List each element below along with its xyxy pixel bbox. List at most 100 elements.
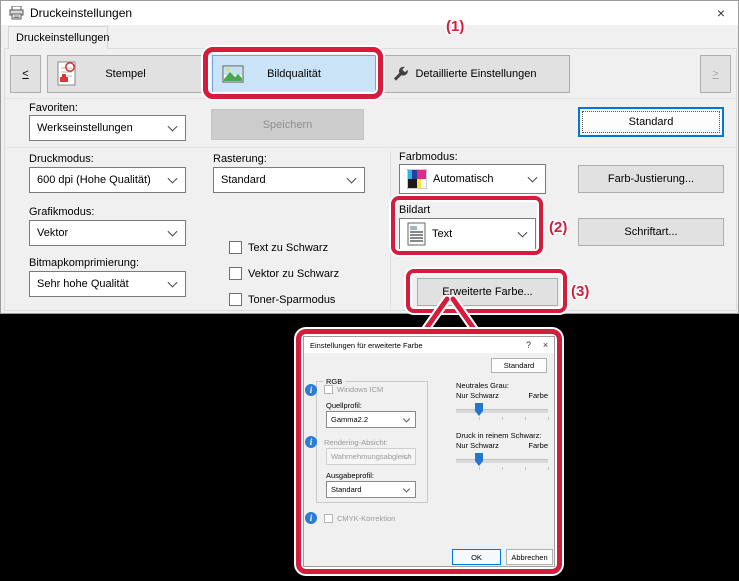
divider — [390, 151, 391, 309]
slider-tick — [525, 417, 526, 420]
graphics-mode-value: Vektor — [37, 227, 68, 239]
output-profile-dropdown[interactable]: Standard — [326, 481, 416, 498]
dialog-title: Einstellungen für erweiterte Farbe — [310, 341, 423, 350]
source-profile-value: Gamma2.2 — [331, 415, 368, 424]
dialog-close-icon[interactable]: × — [537, 337, 554, 353]
favorites-value: Werkseinstellungen — [37, 122, 133, 134]
window-title: Druckeinstellungen — [30, 6, 132, 20]
separator — [5, 147, 736, 148]
dialog-default-button[interactable]: Standard — [491, 358, 547, 373]
graphics-mode-dropdown[interactable]: Vektor — [29, 220, 186, 246]
bitmap-compression-dropdown[interactable]: Sehr hohe Qualität — [29, 271, 186, 297]
windows-icm-label: Windows ICM — [337, 385, 383, 394]
advanced-color-button[interactable]: Erweiterte Farbe... — [417, 278, 558, 306]
tab-druckeinstellungen[interactable]: Druckeinstellungen — [8, 26, 108, 49]
color-mode-label: Farbmodus: — [399, 151, 458, 163]
scale-left-label: Nur Schwarz — [456, 391, 499, 400]
chevron-down-icon — [403, 485, 410, 492]
neutral-gray-scale-labels: Nur Schwarz Farbe — [456, 391, 548, 400]
toner-save-label: Toner-Sparmodus — [248, 294, 335, 306]
toner-save-checkbox[interactable]: Toner-Sparmodus — [229, 293, 335, 306]
toolbar-image-quality-button[interactable]: Bildqualität — [212, 55, 376, 93]
slider-tick — [525, 467, 526, 470]
image-type-dropdown[interactable]: Text — [399, 218, 536, 250]
dialog-help-icon[interactable]: ? — [520, 337, 537, 353]
bitmap-compression-label: Bitmapkomprimierung: — [29, 257, 139, 269]
chevron-down-icon — [528, 173, 538, 183]
pure-black-scale-labels: Nur Schwarz Farbe — [456, 441, 548, 450]
callout-label-1: (1) — [446, 18, 464, 35]
print-mode-label: Druckmodus: — [29, 153, 94, 165]
toolbar-stamp-button[interactable]: Stempel — [47, 55, 204, 93]
color-mode-dropdown[interactable]: Automatisch — [399, 164, 546, 194]
default-button[interactable]: Standard — [578, 107, 724, 137]
save-button[interactable]: Speichern — [211, 109, 364, 140]
slider-tick — [548, 467, 549, 470]
graphics-mode-label: Grafikmodus: — [29, 206, 94, 218]
windows-icm-checkbox[interactable]: Windows ICM — [324, 385, 383, 394]
font-button[interactable]: Schriftart... — [578, 218, 724, 246]
toolbar-next-button[interactable]: > — [700, 55, 731, 93]
rendering-intent-dropdown[interactable]: Wahrnehmungsabgleich — [326, 448, 416, 465]
chevron-down-icon — [518, 228, 528, 238]
print-mode-dropdown[interactable]: 600 dpi (Hohe Qualität) — [29, 167, 186, 193]
title-bar: Druckeinstellungen — [1, 1, 738, 25]
tab-label: Druckeinstellungen — [16, 32, 110, 44]
screening-label: Rasterung: — [213, 153, 267, 165]
window-close-icon[interactable]: × — [704, 1, 738, 25]
output-profile-label: Ausgabeprofil: — [326, 471, 374, 480]
toolbar-stamp-label: Stempel — [105, 68, 145, 80]
cmyk-color-icon — [407, 169, 427, 189]
info-icon: i — [305, 436, 317, 448]
toolbar-prev-button[interactable]: < — [10, 55, 41, 93]
image-quality-icon — [222, 65, 244, 83]
checkbox-box — [324, 385, 333, 394]
stamp-icon — [57, 61, 78, 87]
favorites-label: Favoriten: — [29, 102, 78, 114]
slider-tick — [548, 417, 549, 420]
checkbox-box — [324, 514, 333, 523]
chevron-down-icon — [347, 174, 357, 184]
info-icon: i — [305, 512, 317, 524]
neutral-gray-slider[interactable] — [456, 402, 548, 420]
advanced-color-dialog: Einstellungen für erweiterte Farbe ? × S… — [303, 336, 555, 567]
separator — [5, 98, 736, 99]
slider-tick — [479, 417, 480, 420]
cancel-button[interactable]: Abbrechen — [506, 549, 553, 565]
color-mode-value: Automatisch — [433, 173, 494, 185]
ok-button[interactable]: OK — [452, 549, 501, 565]
chevron-down-icon — [168, 174, 178, 184]
dialog-title-bar: Einstellungen für erweiterte Farbe — [304, 337, 554, 353]
image-type-label: Bildart — [399, 204, 430, 216]
slider-thumb[interactable] — [475, 403, 483, 416]
vector-to-black-label: Vektor zu Schwarz — [248, 268, 339, 280]
source-profile-label: Quellprofil: — [326, 401, 362, 410]
source-profile-dropdown[interactable]: Gamma2.2 — [326, 411, 416, 428]
output-profile-value: Standard — [331, 485, 361, 494]
slider-track — [456, 409, 548, 413]
toolbar-detailed-settings-button[interactable]: Detaillierte Einstellungen — [382, 55, 570, 93]
chevron-down-icon — [403, 415, 410, 422]
slider-tick — [502, 417, 503, 420]
text-to-black-label: Text zu Schwarz — [248, 242, 328, 254]
vector-to-black-checkbox[interactable]: Vektor zu Schwarz — [229, 267, 339, 280]
slider-thumb[interactable] — [475, 453, 483, 466]
screening-dropdown[interactable]: Standard — [213, 167, 365, 193]
favorites-dropdown[interactable]: Werkseinstellungen — [29, 115, 186, 141]
rendering-intent-label: Rendering-Absicht: — [324, 438, 388, 447]
pure-black-slider[interactable] — [456, 452, 548, 470]
slider-tick — [479, 467, 480, 470]
rendering-intent-value: Wahrnehmungsabgleich — [331, 452, 412, 461]
pure-black-label: Druck in reinem Schwarz: — [456, 431, 541, 440]
print-settings-window: Druckeinstellungen × Druckeinstellungen … — [0, 0, 739, 314]
print-mode-value: 600 dpi (Hohe Qualität) — [37, 174, 151, 186]
color-adjustment-button[interactable]: Farb-Justierung... — [578, 165, 724, 193]
checkbox-box — [229, 267, 242, 280]
callout-label-2: (2) — [549, 219, 567, 236]
wrench-icon — [392, 66, 409, 83]
text-to-black-checkbox[interactable]: Text zu Schwarz — [229, 241, 328, 254]
callout-label-3: (3) — [571, 283, 589, 300]
cmyk-correction-label: CMYK-Korrektion — [337, 514, 395, 523]
info-icon: i — [305, 384, 317, 396]
cmyk-correction-checkbox[interactable]: CMYK-Korrektion — [324, 514, 395, 523]
